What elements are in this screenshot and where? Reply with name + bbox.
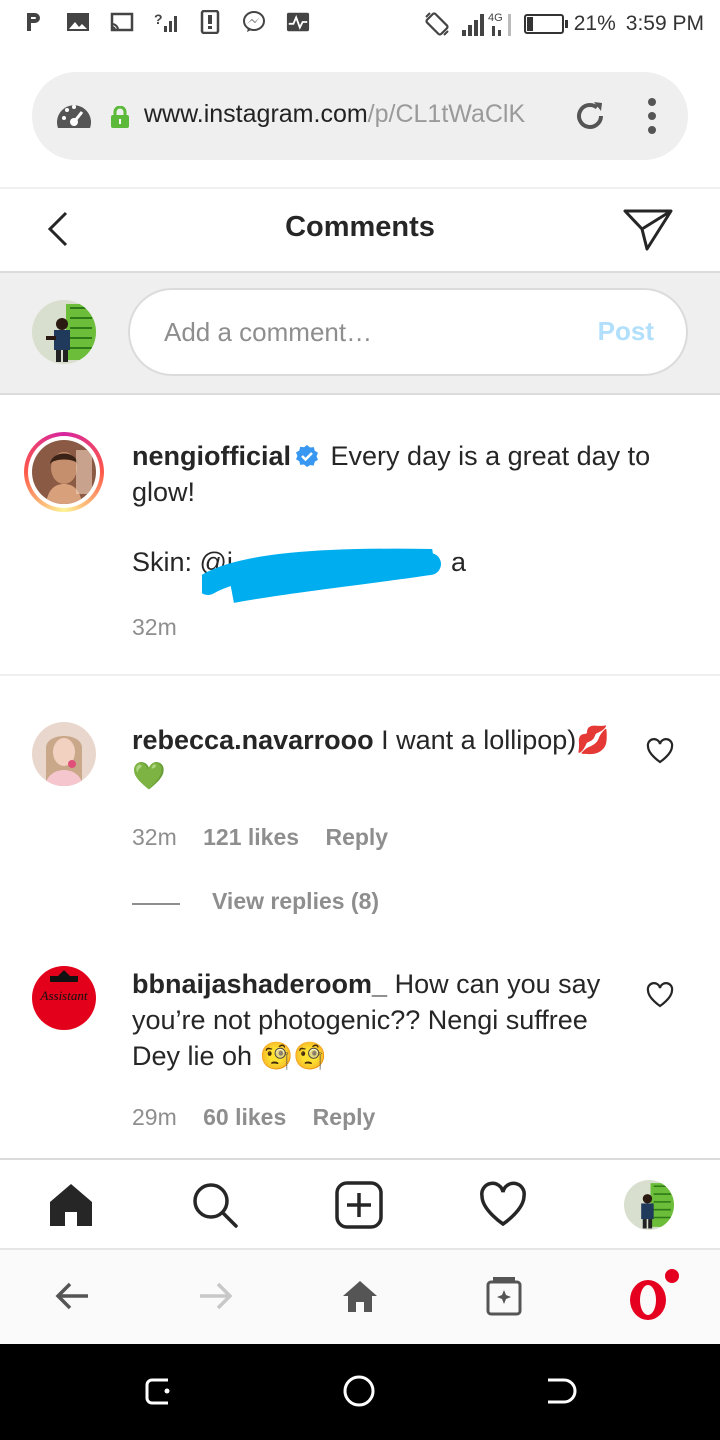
- rotation-icon: [425, 12, 449, 36]
- commenter-avatar[interactable]: [32, 722, 96, 786]
- messenger-icon: [242, 10, 266, 34]
- gallery-icon: [66, 10, 90, 34]
- like-heart-icon[interactable]: [646, 982, 674, 1008]
- home-icon[interactable]: [46, 1180, 96, 1230]
- svg-text:4G: 4G: [488, 12, 503, 24]
- comment-text: rebecca.navarrooo I want a lollipop)💋 💚: [132, 722, 622, 794]
- comment-meta: 32m 121 likes Reply: [132, 824, 388, 851]
- battery-percent: 21%: [573, 12, 616, 35]
- like-heart-icon[interactable]: [646, 738, 674, 764]
- replies-line: [132, 903, 180, 905]
- verified-badge-icon: [296, 445, 319, 467]
- more-icon[interactable]: [644, 96, 660, 136]
- comment-meta: 29m 60 likes Reply: [132, 1104, 375, 1131]
- status-bar: ? 4G 21% 3:59 PM: [0, 0, 720, 48]
- view-replies-button[interactable]: View replies (8): [212, 888, 379, 915]
- home-icon[interactable]: [340, 1276, 380, 1316]
- caption-time: 32m: [132, 614, 177, 640]
- back-button-icon[interactable]: [544, 1374, 578, 1408]
- pinterest-icon: [22, 10, 46, 34]
- reply-button[interactable]: Reply: [313, 1104, 376, 1130]
- lock-icon: [111, 106, 129, 128]
- comment-time: 29m: [132, 1104, 177, 1130]
- send-icon[interactable]: [622, 205, 674, 253]
- clock: 3:59 PM: [625, 12, 704, 35]
- svg-text:?: ?: [154, 11, 163, 27]
- tabs-icon[interactable]: [484, 1276, 524, 1316]
- browser-bottom-bar: [0, 1248, 720, 1346]
- speed-dial-icon[interactable]: [54, 98, 94, 134]
- notification-icons: ?: [22, 10, 310, 34]
- cast-icon: [110, 10, 134, 34]
- search-icon[interactable]: [190, 1180, 240, 1230]
- url-host: www.instagram.com: [144, 100, 368, 128]
- comment-input-container[interactable]: Post: [128, 288, 688, 376]
- author-avatar[interactable]: [32, 440, 96, 504]
- comment-likes[interactable]: 60 likes: [203, 1104, 286, 1130]
- system-nav-bar: [0, 1344, 720, 1440]
- commenter-username[interactable]: rebecca.navarrooo: [132, 725, 374, 755]
- avatar-logo-text: Assistant: [40, 988, 88, 1003]
- battery-icon: [523, 14, 568, 34]
- comment-likes[interactable]: 121 likes: [203, 824, 299, 850]
- url-path: /p/CL1tWaClK: [367, 100, 526, 128]
- system-status: 4G 21% 3:59 PM: [424, 10, 704, 38]
- recents-icon[interactable]: [142, 1374, 176, 1408]
- profile-avatar[interactable]: [624, 1180, 674, 1230]
- commenter-avatar[interactable]: Assistant: [32, 966, 96, 1030]
- comment-text: bbnaijashaderoom_ How can you say you’re…: [132, 966, 622, 1074]
- redaction-scribble: [202, 548, 441, 603]
- sim-icon: [198, 10, 222, 34]
- comments-header: Comments: [0, 189, 720, 273]
- address-bar[interactable]: www.instagram.com/p/CL1tWaClK: [32, 72, 688, 160]
- comment-time: 32m: [132, 824, 177, 850]
- reload-icon[interactable]: [572, 98, 608, 134]
- author-username[interactable]: nengiofficial: [132, 441, 291, 471]
- signal-icon: 4G: [461, 12, 511, 36]
- user-avatar[interactable]: [32, 300, 96, 364]
- activity-heart-icon[interactable]: [478, 1180, 528, 1230]
- skin-suffix: a: [450, 547, 466, 577]
- back-arrow-icon[interactable]: [52, 1276, 92, 1316]
- author-avatar-ring[interactable]: [24, 432, 104, 512]
- url-text[interactable]: www.instagram.com/p/CL1tWaClK: [144, 100, 525, 129]
- no-signal-icon: ?: [154, 10, 178, 34]
- comment-composer: Post: [0, 273, 720, 395]
- comment-input[interactable]: [162, 312, 566, 352]
- home-button-icon[interactable]: [342, 1374, 376, 1408]
- bottom-tab-bar: [0, 1158, 720, 1250]
- new-post-icon[interactable]: [334, 1180, 384, 1230]
- forward-arrow-icon[interactable]: [196, 1276, 236, 1316]
- commenter-username[interactable]: bbnaijashaderoom_: [132, 969, 387, 999]
- caption-divider: [0, 674, 720, 676]
- post-button[interactable]: Post: [598, 316, 654, 347]
- activity-icon: [286, 10, 310, 34]
- page-title: Comments: [285, 211, 435, 243]
- caption-text: nengiofficial Every day is a great day t…: [132, 438, 692, 510]
- opera-logo-icon[interactable]: [626, 1268, 682, 1324]
- reply-button[interactable]: Reply: [325, 824, 388, 850]
